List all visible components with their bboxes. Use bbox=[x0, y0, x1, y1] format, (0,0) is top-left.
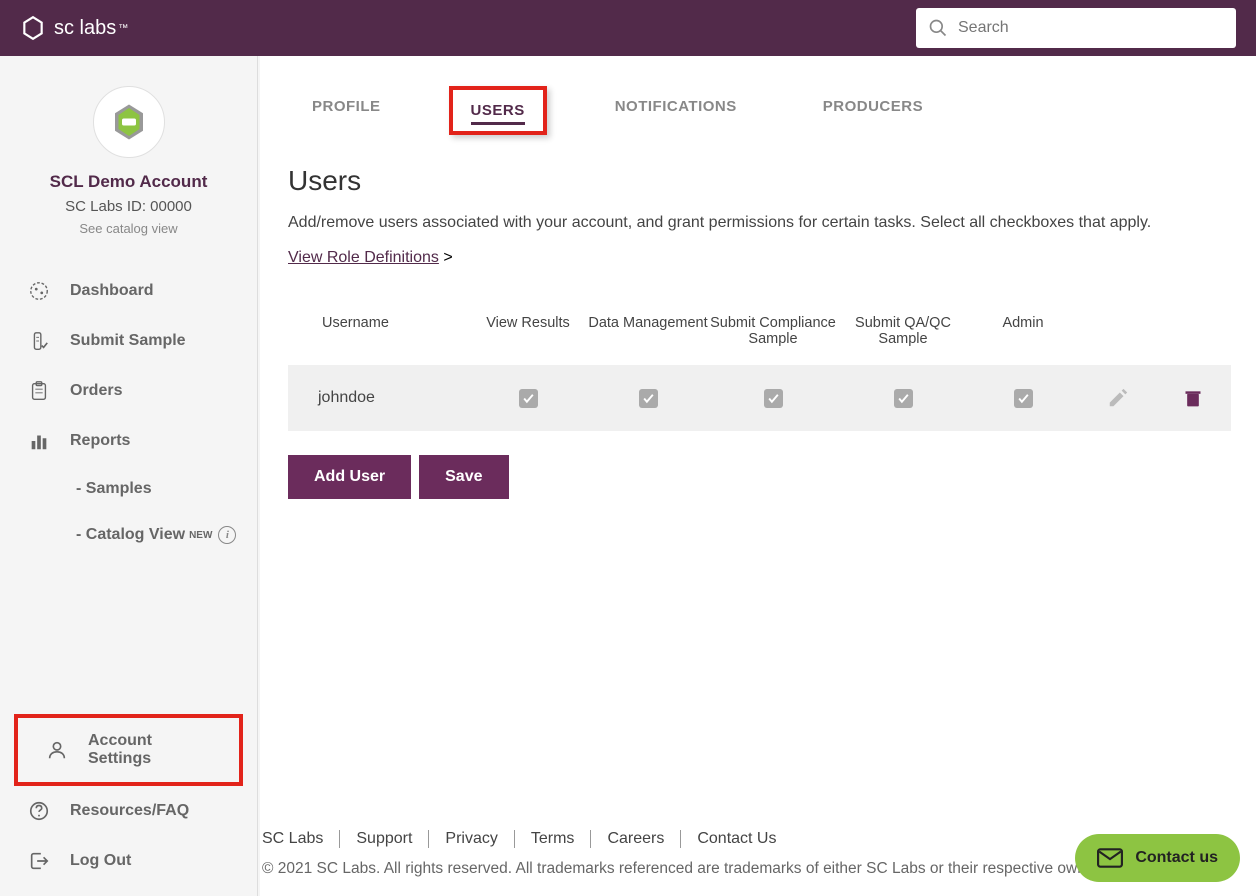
tab-notifications[interactable]: NOTIFICATIONS bbox=[597, 86, 755, 135]
col-username: Username bbox=[288, 315, 468, 347]
top-header: sc labs ™ bbox=[0, 0, 1256, 56]
logo[interactable]: sc labs ™ bbox=[20, 15, 128, 41]
mail-icon bbox=[1097, 848, 1123, 868]
col-admin: Admin bbox=[968, 315, 1078, 347]
logo-text: sc labs bbox=[54, 17, 116, 40]
account-id: SC Labs ID: 00000 bbox=[20, 198, 237, 215]
nav-orders[interactable]: Orders bbox=[0, 366, 257, 416]
cell-username: johndoe bbox=[288, 389, 468, 407]
checkbox-view-results[interactable] bbox=[519, 389, 538, 408]
tabs: PROFILE USERS NOTIFICATIONS PRODUCERS bbox=[288, 86, 1256, 135]
help-icon bbox=[28, 800, 50, 822]
nav-catalog-view[interactable]: - Catalog View NEW i bbox=[0, 512, 257, 558]
nav-submit-sample[interactable]: Submit Sample bbox=[0, 316, 257, 366]
highlight-account-settings: Account Settings bbox=[14, 714, 243, 786]
edit-button[interactable] bbox=[1078, 387, 1158, 409]
sidebar: SCL Demo Account SC Labs ID: 00000 See c… bbox=[0, 56, 258, 896]
button-row: Add User Save bbox=[288, 455, 1256, 499]
trash-icon bbox=[1183, 387, 1203, 409]
page-description: Add/remove users associated with your ac… bbox=[288, 211, 1208, 235]
footer-link[interactable]: Careers bbox=[591, 830, 681, 848]
col-data-mgmt: Data Management bbox=[588, 315, 708, 347]
reports-icon bbox=[28, 430, 50, 452]
col-submit-qaqc: Submit QA/QC Sample bbox=[838, 315, 968, 347]
col-submit-compliance: Submit Compliance Sample bbox=[708, 315, 838, 347]
nav-account-settings[interactable]: Account Settings bbox=[18, 718, 239, 782]
table-row: johndoe bbox=[288, 365, 1231, 431]
sample-icon bbox=[28, 330, 50, 352]
delete-button[interactable] bbox=[1158, 387, 1228, 409]
users-table: Username View Results Data Management Su… bbox=[288, 297, 1231, 431]
tab-profile[interactable]: PROFILE bbox=[294, 86, 399, 135]
pencil-icon bbox=[1107, 387, 1129, 409]
logo-icon bbox=[20, 15, 46, 41]
logout-icon bbox=[28, 850, 50, 872]
user-icon bbox=[46, 739, 68, 761]
add-user-button[interactable]: Add User bbox=[288, 455, 411, 499]
catalog-view-link[interactable]: See catalog view bbox=[20, 221, 237, 236]
footer-link[interactable]: Contact Us bbox=[681, 830, 792, 848]
search-box[interactable] bbox=[916, 8, 1236, 48]
nav-bottom: Account Settings Resources/FAQ Log Out bbox=[0, 714, 257, 886]
contact-us-widget[interactable]: Contact us bbox=[1075, 834, 1240, 882]
main-content: PROFILE USERS NOTIFICATIONS PRODUCERS Us… bbox=[260, 56, 1256, 896]
nav-dashboard[interactable]: Dashboard bbox=[0, 266, 257, 316]
footer-link[interactable]: Support bbox=[340, 830, 429, 848]
table-header: Username View Results Data Management Su… bbox=[288, 297, 1231, 365]
footer-link[interactable]: Privacy bbox=[429, 830, 514, 848]
nav-main: Dashboard Submit Sample Orders Reports -… bbox=[0, 256, 257, 568]
account-name: SCL Demo Account bbox=[20, 172, 237, 192]
save-button[interactable]: Save bbox=[419, 455, 508, 499]
col-view-results: View Results bbox=[468, 315, 588, 347]
nav-reports[interactable]: Reports bbox=[0, 416, 257, 466]
tab-producers[interactable]: PRODUCERS bbox=[805, 86, 941, 135]
checkbox-admin[interactable] bbox=[1014, 389, 1033, 408]
footer-link[interactable]: Terms bbox=[515, 830, 592, 848]
search-input[interactable] bbox=[958, 19, 1224, 37]
tab-users[interactable]: USERS bbox=[449, 86, 547, 135]
account-logo bbox=[93, 86, 165, 158]
role-definitions-link[interactable]: View Role Definitions bbox=[288, 249, 439, 266]
nav-samples[interactable]: - Samples bbox=[0, 466, 257, 512]
checkbox-data-mgmt[interactable] bbox=[639, 389, 658, 408]
footer-link[interactable]: SC Labs bbox=[262, 830, 340, 848]
account-box: SCL Demo Account SC Labs ID: 00000 See c… bbox=[0, 76, 257, 256]
nav-resources[interactable]: Resources/FAQ bbox=[0, 786, 257, 836]
checkbox-submit-compliance[interactable] bbox=[764, 389, 783, 408]
nav-logout[interactable]: Log Out bbox=[0, 836, 257, 886]
dashboard-icon bbox=[28, 280, 50, 302]
info-icon[interactable]: i bbox=[218, 526, 236, 544]
new-badge: NEW bbox=[189, 530, 212, 541]
page-title: Users bbox=[288, 165, 1256, 197]
checkbox-submit-qaqc[interactable] bbox=[894, 389, 913, 408]
search-icon bbox=[928, 18, 948, 38]
orders-icon bbox=[28, 380, 50, 402]
